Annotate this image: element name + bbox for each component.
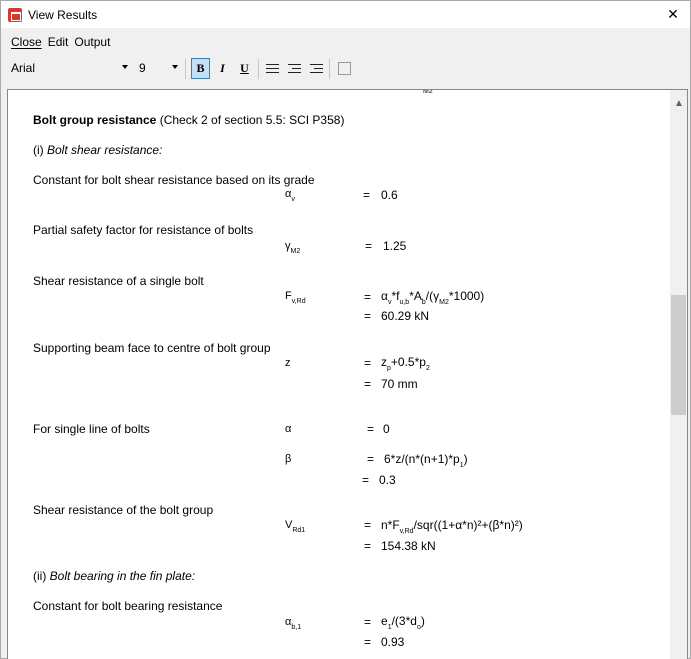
row-label: Shear resistance of the bolt group xyxy=(33,503,214,517)
font-family-select[interactable]: Arial xyxy=(7,57,131,79)
row-formula: e1/(3*do) xyxy=(381,614,425,631)
view-results-window: View Results ✕ Close Edit Output Arial 9… xyxy=(0,0,691,659)
text-style-icon xyxy=(338,62,351,75)
font-family-value: Arial xyxy=(11,61,36,75)
menu-edit[interactable]: Edit xyxy=(48,35,69,49)
row-equals: = xyxy=(364,290,372,304)
toolbar-separator xyxy=(329,59,330,79)
row-label: Constant for bolt shear resistance based… xyxy=(33,173,315,187)
row-value: 154.38 kN xyxy=(381,539,436,553)
menu-output[interactable]: Output xyxy=(74,35,110,49)
row-formula: n*Fv,Rd/sqr((1+α*n)²+(β*n)²) xyxy=(381,518,523,535)
increase-indent-icon xyxy=(310,63,323,74)
toolbar-separator xyxy=(258,59,259,79)
row-label: Constant for bolt bearing resistance xyxy=(33,599,223,613)
row-value: 0.93 xyxy=(381,635,405,649)
row-equals: = xyxy=(365,239,373,253)
row-value: 1.25 xyxy=(383,239,407,253)
scrollbar-thumb[interactable] xyxy=(671,295,686,415)
row-equals: = xyxy=(367,452,375,466)
section-i-heading: (i) Bolt shear resistance: xyxy=(33,143,163,157)
bullet-list-icon xyxy=(266,63,279,74)
group-heading: Bolt group resistance (Check 2 of sectio… xyxy=(33,113,345,127)
row-label: Shear resistance of a single bolt xyxy=(33,274,204,288)
row-symbol: β xyxy=(285,453,292,465)
row-label: Supporting beam face to centre of bolt g… xyxy=(33,341,271,355)
row-equals: = xyxy=(367,422,375,436)
decrease-indent-icon xyxy=(288,63,301,74)
close-window-button[interactable]: ✕ xyxy=(656,1,690,28)
text-style-button[interactable] xyxy=(335,58,354,79)
row-symbol: z xyxy=(285,357,291,369)
decrease-indent-button[interactable] xyxy=(285,58,304,79)
increase-indent-button[interactable] xyxy=(307,58,326,79)
toolbar-separator xyxy=(185,59,186,79)
row-symbol: αv xyxy=(285,188,295,203)
row-equals: = xyxy=(364,356,372,370)
row-label: For single line of bolts xyxy=(33,422,150,436)
row-equals: = xyxy=(364,518,372,532)
font-size-select[interactable]: 9 xyxy=(137,57,181,79)
vertical-scrollbar[interactable]: ▲ xyxy=(670,90,687,659)
row-value: 0.3 xyxy=(379,473,396,487)
chevron-down-icon xyxy=(122,65,128,69)
clipped-subscript: M2 xyxy=(423,89,433,95)
menu-bar: Close Edit Output xyxy=(1,31,110,53)
row-formula: zp+0.5*p2 xyxy=(381,355,430,372)
row-value: 0.6 xyxy=(381,188,398,202)
menu-close[interactable]: Close xyxy=(11,35,42,49)
italic-button[interactable]: I xyxy=(213,58,232,79)
font-size-value: 9 xyxy=(139,61,146,75)
row-formula: αv*fu,b*Ab/(γM2*1000) xyxy=(381,289,485,306)
bullet-list-button[interactable] xyxy=(263,58,282,79)
row-symbol: α xyxy=(285,423,292,435)
row-equals: = xyxy=(364,539,372,553)
row-symbol: VRd1 xyxy=(285,519,306,534)
row-value: 60.29 kN xyxy=(381,309,430,323)
section-ii-heading: (ii) Bolt bearing in the fin plate: xyxy=(33,569,196,583)
row-symbol: Fv,Rd xyxy=(285,290,306,305)
row-value: 0 xyxy=(383,422,390,436)
scroll-up-icon[interactable]: ▲ xyxy=(674,98,684,109)
row-symbol: αb,1 xyxy=(285,616,302,631)
results-document[interactable]: M2 Bolt group resistance (Check 2 of sec… xyxy=(7,89,688,659)
row-equals: = xyxy=(362,473,370,487)
title-bar: View Results ✕ xyxy=(1,1,690,28)
row-equals: = xyxy=(364,377,372,391)
row-equals: = xyxy=(364,635,372,649)
app-icon xyxy=(8,7,22,22)
underline-button[interactable]: U xyxy=(235,58,254,79)
format-toolbar: Arial 9 B I U xyxy=(1,56,690,82)
row-equals: = xyxy=(363,188,371,202)
row-formula: 6*z/(n*(n+1)*p1) xyxy=(384,452,468,469)
chevron-down-icon xyxy=(172,65,178,69)
bold-button[interactable]: B xyxy=(191,58,210,79)
row-value: 70 mm xyxy=(381,377,418,391)
row-equals: = xyxy=(364,615,372,629)
row-equals: = xyxy=(364,309,372,323)
row-symbol: γM2 xyxy=(285,240,301,255)
window-title: View Results xyxy=(28,7,98,22)
row-label: Partial safety factor for resistance of … xyxy=(33,223,254,237)
